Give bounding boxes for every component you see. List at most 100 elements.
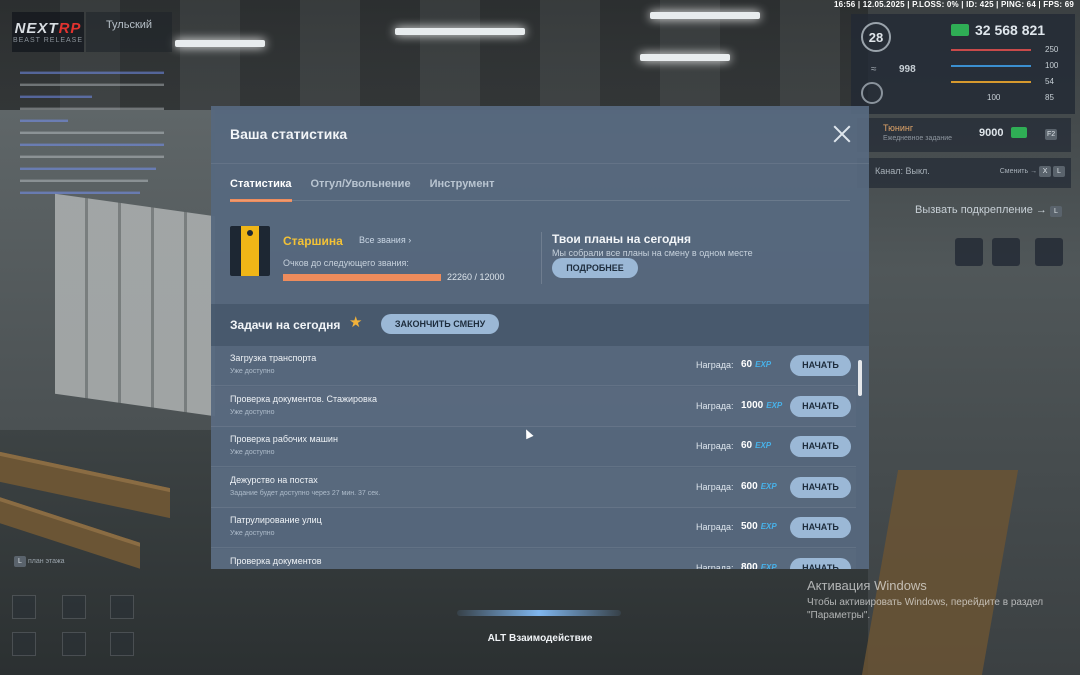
details-button[interactable]: ПОДРОБНЕЕ bbox=[552, 258, 638, 278]
rank-name: Старшина bbox=[283, 234, 343, 248]
reward-value: 60 EXP bbox=[741, 440, 771, 451]
modal-header: Ваша статистика bbox=[211, 106, 869, 164]
inventory-slot[interactable] bbox=[110, 632, 134, 656]
start-task-button[interactable]: НАЧАТЬ bbox=[790, 476, 851, 498]
hunger-value: 54 bbox=[1045, 77, 1054, 86]
reward-amount: 600 bbox=[741, 480, 758, 492]
today-tasks-title: Задачи на сегодня bbox=[230, 318, 341, 332]
start-task-button[interactable]: НАЧАТЬ bbox=[790, 517, 851, 538]
close-icon[interactable] bbox=[831, 123, 853, 145]
hunger-bar bbox=[951, 81, 1031, 83]
reward-label: Награда: bbox=[696, 481, 734, 492]
task-row: Загрузка транспорта Уже доступно Награда: 6… bbox=[211, 346, 856, 386]
inventory-slot[interactable] bbox=[62, 595, 86, 619]
inventory-slot[interactable] bbox=[62, 632, 86, 656]
plans-subtitle: Мы собрали все планы на смену в одном ме… bbox=[552, 248, 753, 258]
ceiling-light bbox=[650, 12, 760, 19]
money-icon bbox=[1011, 127, 1027, 138]
task-status: Задание будет доступно через 27 мин. 37 … bbox=[230, 489, 381, 497]
rank-progress-fill bbox=[283, 274, 441, 281]
tab-tool[interactable]: Инструмент bbox=[430, 178, 495, 202]
task-row: Проверка документов Награда: 800 EXP НАЧАТЬ bbox=[211, 549, 856, 570]
hotkey-chip: X bbox=[1039, 166, 1052, 177]
hotkey-chip: F2 bbox=[1045, 129, 1058, 140]
call-backup[interactable]: Вызвать подкрепление → L bbox=[915, 204, 1062, 217]
rank-section: Старшина Все звания › Очков до следующег… bbox=[211, 212, 869, 304]
reward-amount: 60 bbox=[741, 359, 753, 370]
reward-amount: 500 bbox=[741, 521, 758, 532]
level-badge: 28 bbox=[861, 22, 891, 52]
calendar-icon[interactable] bbox=[955, 238, 983, 266]
rank-progress-bar bbox=[283, 274, 441, 281]
reward-value: 800 EXP bbox=[741, 562, 777, 570]
shield-value: 85 bbox=[1045, 93, 1054, 102]
reward-value: 500 EXP bbox=[741, 521, 777, 532]
server-logo: NEXTRP BEAST RELEASE bbox=[12, 12, 84, 52]
bell-icon[interactable] bbox=[1035, 238, 1063, 266]
tab-leave-dismissal[interactable]: Отгул/Увольнение bbox=[311, 178, 411, 202]
wings-value: 998 bbox=[899, 64, 916, 75]
start-task-button[interactable]: НАЧАТЬ bbox=[790, 436, 851, 457]
rank-insignia-icon bbox=[230, 226, 270, 276]
task-row: Проверка рабочих машин Уже доступно Наград… bbox=[211, 427, 856, 467]
player-stats-panel: 28 32 568 821 250 100 54 100 85 ≈ 998 bbox=[851, 14, 1075, 114]
exp-label: EXP bbox=[755, 441, 772, 450]
task-name: Проверка документов. Стажировка bbox=[230, 393, 377, 404]
today-tasks-header: Задачи на сегодня ★ bbox=[211, 304, 869, 346]
radio-channel-widget[interactable]: Канал: Выкл. Сменить → X L bbox=[857, 158, 1071, 188]
daily-task-title: Тюнинг bbox=[883, 123, 914, 133]
activation-title: Активация Windows bbox=[807, 578, 927, 593]
daily-task-subtitle: Ежедневное задание bbox=[883, 135, 952, 142]
start-task-button[interactable]: НАЧАТЬ bbox=[790, 395, 851, 417]
heart-icon bbox=[861, 82, 883, 104]
task-list-scrollbar[interactable] bbox=[858, 360, 862, 396]
exp-label: EXP bbox=[760, 481, 777, 491]
inventory-slot[interactable] bbox=[12, 595, 36, 619]
points-label: Очков до следующего звания: bbox=[283, 258, 409, 268]
reward-label: Награда: bbox=[696, 360, 734, 370]
hotkey-chip: L bbox=[1053, 166, 1065, 177]
reward-label: Награда: bbox=[696, 562, 734, 570]
reward-amount: 1000 bbox=[741, 399, 764, 411]
stamina-value: 100 bbox=[987, 93, 1001, 102]
daily-task-widget[interactable]: Тюнинг Ежедневное задание 9000 F2 bbox=[857, 118, 1071, 152]
phone-icon[interactable] bbox=[992, 238, 1020, 266]
reward-value: 60 EXP bbox=[741, 359, 771, 370]
reward-label: Награда: bbox=[696, 522, 734, 532]
interaction-indicator bbox=[457, 610, 621, 616]
hotkey-chip: L bbox=[14, 556, 26, 567]
divider bbox=[541, 232, 542, 284]
tabs-divider bbox=[230, 200, 850, 201]
rank-progress-text: 22260 / 12000 bbox=[447, 272, 505, 282]
inventory-slot[interactable] bbox=[12, 632, 36, 656]
star-icon: ★ bbox=[349, 314, 363, 331]
armor-bar bbox=[951, 65, 1031, 67]
all-ranks-link[interactable]: Все звания › bbox=[359, 235, 411, 245]
end-shift-button[interactable]: ЗАКОНЧИТЬ СМЕНУ bbox=[381, 314, 499, 334]
call-backup-label: Вызвать подкрепление → bbox=[915, 204, 1047, 216]
daily-task-reward: 9000 bbox=[979, 127, 1004, 139]
activation-text: Чтобы активировать Windows, перейдите в … bbox=[807, 597, 1044, 621]
task-status: Уже доступно bbox=[230, 449, 275, 456]
armor-value: 100 bbox=[1045, 61, 1059, 70]
exp-label: EXP bbox=[760, 522, 777, 531]
task-status: Уже доступно bbox=[230, 530, 275, 537]
task-name: Проверка рабочих машин bbox=[230, 434, 338, 444]
windows-activation-watermark: Активация Windows Чтобы активировать Win… bbox=[807, 578, 1052, 622]
tab-statistics[interactable]: Статистика bbox=[230, 178, 292, 202]
floor-plan-label: план этажа bbox=[27, 558, 65, 565]
logo-accent: RP bbox=[58, 20, 82, 37]
lockers bbox=[55, 193, 215, 417]
modal-tabs: Статистика Отгул/Увольнение Инструмент bbox=[230, 178, 494, 202]
task-row: Проверка документов. Стажировка Уже досту… bbox=[211, 387, 856, 427]
start-task-button[interactable]: НАЧАТЬ bbox=[790, 557, 851, 569]
health-value: 250 bbox=[1045, 45, 1059, 54]
inventory-slot[interactable] bbox=[110, 595, 134, 619]
ceiling-light bbox=[175, 40, 265, 47]
health-bar bbox=[951, 49, 1031, 51]
radio-channel: Канал: Выкл. bbox=[875, 166, 930, 176]
plans-title: Твои планы на сегодня bbox=[552, 232, 691, 246]
chat-log: ▬▬▬▬▬▬▬▬▬▬▬▬▬▬▬▬▬▬ ▬▬▬▬▬▬▬▬▬▬▬▬▬▬▬▬▬▬ ▬▬… bbox=[20, 67, 164, 196]
start-task-button[interactable]: НАЧАТЬ bbox=[790, 355, 851, 376]
reward-amount: 800 bbox=[741, 561, 758, 570]
